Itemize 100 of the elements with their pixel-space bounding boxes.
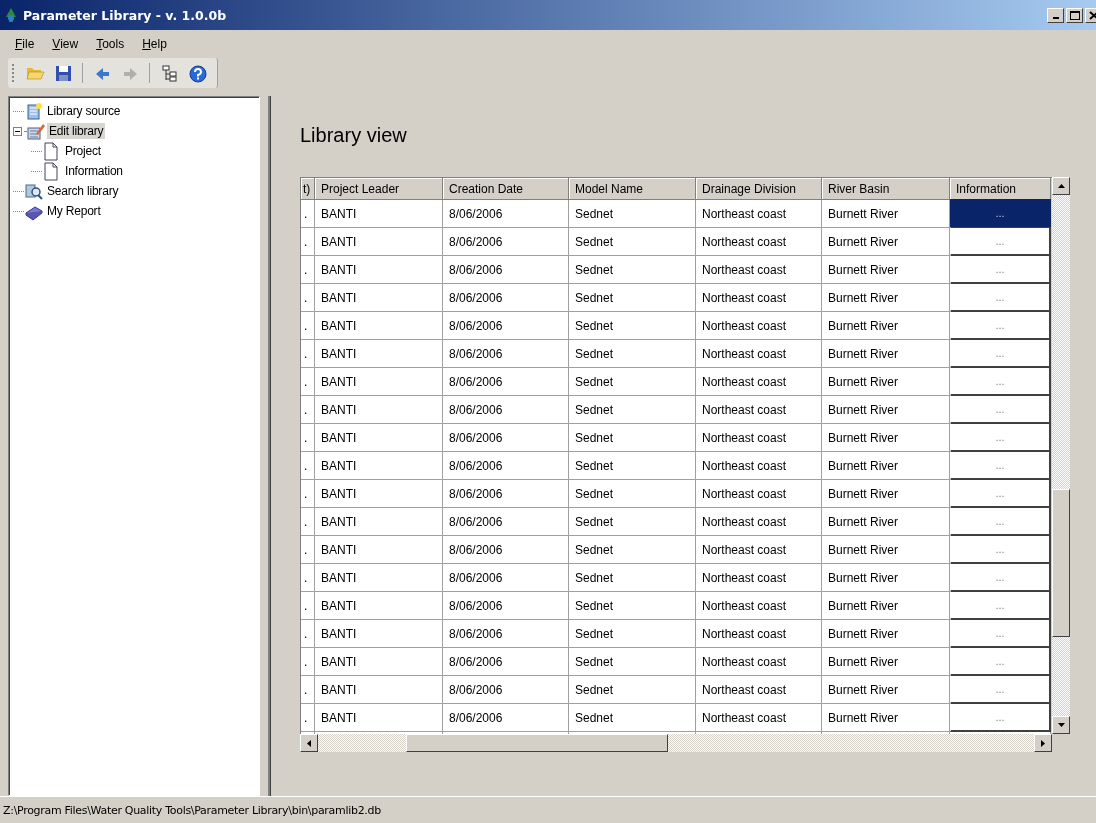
table-cell: Sednet: [569, 704, 696, 732]
table-cell: Sednet: [569, 648, 696, 676]
column-header[interactable]: Creation Date: [443, 178, 569, 200]
table-cell: BANTI: [315, 480, 443, 508]
menu-item[interactable]: File: [6, 35, 44, 53]
ellipsis-button[interactable]: ...: [950, 703, 1051, 732]
table-cell: BANTI: [315, 396, 443, 424]
vertical-scrollbar[interactable]: [1052, 177, 1070, 734]
table-cell: Northeast coast: [696, 620, 822, 648]
ellipsis-button[interactable]: ...: [950, 395, 1051, 424]
table-cell: Northeast coast: [696, 676, 822, 704]
table-cell: BANTI: [315, 228, 443, 256]
table-cell: Burnett River: [822, 228, 950, 256]
table-cell: BANTI: [315, 508, 443, 536]
column-header[interactable]: Project Leader: [315, 178, 443, 200]
window-title: Parameter Library - v. 1.0.0b: [23, 7, 228, 23]
table-cell: Northeast coast: [696, 564, 822, 592]
table-cell: 8/06/2006: [443, 256, 569, 284]
ellipsis-button[interactable]: ...: [950, 591, 1051, 620]
table-cell: BANTI: [315, 424, 443, 452]
menu-item[interactable]: View: [43, 35, 88, 53]
document-icon: [42, 141, 61, 161]
column-header[interactable]: Information: [950, 178, 1051, 200]
table-cell: 8/06/2006: [443, 480, 569, 508]
ellipsis-button[interactable]: ...: [950, 423, 1051, 452]
table-cell: Northeast coast: [696, 256, 822, 284]
document-icon: [42, 161, 61, 181]
table-cell: .: [301, 536, 315, 564]
table-cell: 8/06/2006: [443, 648, 569, 676]
table-cell: 8/06/2006: [443, 508, 569, 536]
table-cell: 8/06/2006: [443, 228, 569, 256]
collapse-toggle[interactable]: [13, 126, 22, 136]
horizontal-scrollbar[interactable]: [300, 734, 1052, 752]
column-header[interactable]: River Basin: [822, 178, 950, 200]
column-header[interactable]: Drainage Division: [696, 178, 822, 200]
table-cell: Burnett River: [822, 424, 950, 452]
building-icon: [24, 101, 43, 121]
table-cell: .: [301, 228, 315, 256]
table-cell: Burnett River: [822, 452, 950, 480]
table-cell: Northeast coast: [696, 368, 822, 396]
table-cell: 8/06/2006: [443, 564, 569, 592]
tree-item[interactable]: Search library: [45, 183, 121, 199]
maximize-icon: [1069, 10, 1080, 20]
table-cell: Northeast coast: [696, 284, 822, 312]
table-cell: .: [301, 312, 315, 340]
table-cell: .: [301, 452, 315, 480]
ellipsis-button[interactable]: ...: [950, 199, 1051, 228]
table-cell: 8/06/2006: [443, 620, 569, 648]
ellipsis-button[interactable]: ...: [950, 451, 1051, 480]
right-arrow-icon: [1041, 739, 1045, 747]
ellipsis-button[interactable]: ...: [950, 339, 1051, 368]
ellipsis-button[interactable]: ...: [950, 619, 1051, 648]
table-cell: Sednet: [569, 228, 696, 256]
column-header[interactable]: t): [301, 178, 315, 200]
table-cell: 8/06/2006: [443, 284, 569, 312]
ellipsis-button[interactable]: ...: [950, 479, 1051, 508]
table-cell: .: [301, 508, 315, 536]
ellipsis-button[interactable]: ...: [950, 563, 1051, 592]
table-cell: 8/06/2006: [443, 368, 569, 396]
table-cell: Sednet: [569, 676, 696, 704]
ellipsis-button[interactable]: ...: [950, 535, 1051, 564]
table-cell: 8/06/2006: [443, 592, 569, 620]
table-pencil-icon: [26, 121, 45, 141]
table-cell: Northeast coast: [696, 452, 822, 480]
ellipsis-button[interactable]: ...: [950, 367, 1051, 396]
table-cell: Burnett River: [822, 396, 950, 424]
table-cell: Sednet: [569, 368, 696, 396]
tree-item[interactable]: Library source: [45, 103, 123, 119]
minimize-button[interactable]: [1047, 7, 1064, 23]
app-logo-icon: [4, 7, 18, 23]
table-cell: Sednet: [569, 592, 696, 620]
ellipsis-button[interactable]: ...: [950, 507, 1051, 536]
table-cell: Burnett River: [822, 368, 950, 396]
column-header[interactable]: Model Name: [569, 178, 696, 200]
table-cell: 8/06/2006: [443, 704, 569, 732]
table-cell: Northeast coast: [696, 228, 822, 256]
table-cell: Burnett River: [822, 480, 950, 508]
table-cell: Burnett River: [822, 256, 950, 284]
tree-item[interactable]: My Report: [45, 203, 103, 219]
table-cell: Sednet: [569, 564, 696, 592]
ellipsis-button[interactable]: ...: [950, 255, 1051, 284]
table-cell: Burnett River: [822, 592, 950, 620]
ellipsis-button[interactable]: ...: [950, 227, 1051, 256]
table-cell: Northeast coast: [696, 648, 822, 676]
table-cell: .: [301, 648, 315, 676]
menu-item[interactable]: Tools: [87, 35, 134, 53]
table-cell: Burnett River: [822, 676, 950, 704]
table-cell: .: [301, 200, 315, 228]
tree-item[interactable]: Information: [63, 163, 125, 179]
tree-item[interactable]: Project: [63, 143, 103, 159]
tree-item[interactable]: Edit library: [47, 123, 106, 139]
maximize-button[interactable]: [1066, 7, 1083, 23]
table-cell: Sednet: [569, 620, 696, 648]
ellipsis-button[interactable]: ...: [950, 675, 1051, 704]
table-cell: BANTI: [315, 368, 443, 396]
table-cell: Burnett River: [822, 648, 950, 676]
ellipsis-button[interactable]: ...: [950, 311, 1051, 340]
ellipsis-button[interactable]: ...: [950, 283, 1051, 312]
ellipsis-button[interactable]: ...: [950, 647, 1051, 676]
menu-item[interactable]: Help: [133, 35, 176, 53]
